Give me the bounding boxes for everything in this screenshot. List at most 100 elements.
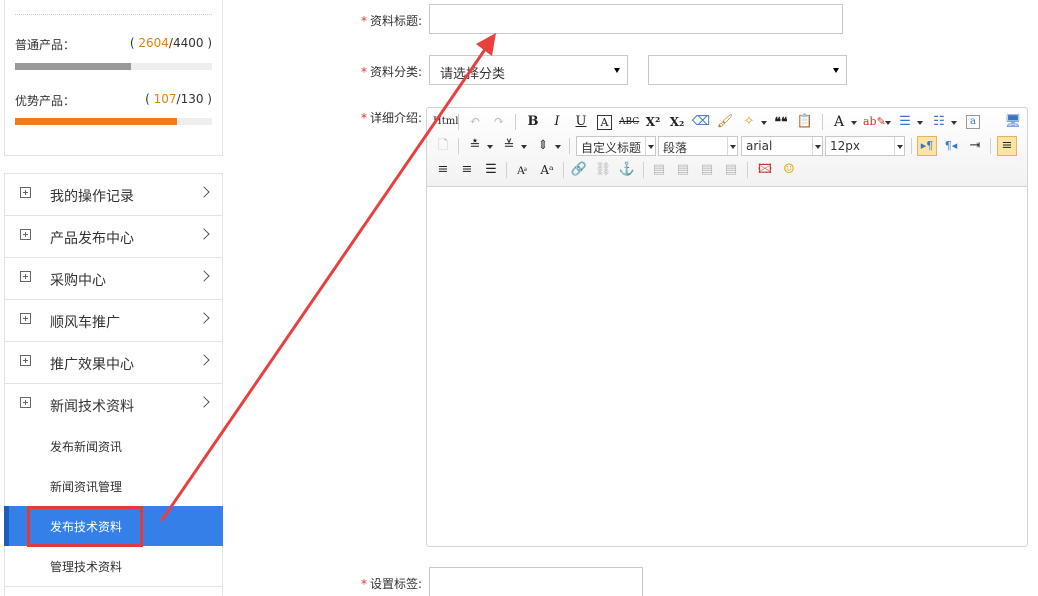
divider: [15, 14, 212, 15]
paste-plain-icon[interactable]: 📋: [795, 112, 815, 132]
expand-icon: [20, 271, 31, 282]
combo-value: 自定义标题: [581, 141, 642, 155]
background-color-icon[interactable]: ab✎: [863, 112, 886, 132]
chevron-right-icon: [198, 354, 210, 366]
subnav-label: 管理技术资料: [50, 560, 123, 574]
select-value: 请选择分类: [440, 67, 506, 82]
nav-news-tech-material[interactable]: 新闻技术资料: [5, 384, 222, 426]
html-source-button[interactable]: Html: [433, 112, 458, 132]
indent-icon[interactable]: ⇥: [965, 136, 985, 156]
nav-promotion-effect[interactable]: 推广效果中心: [5, 342, 222, 384]
nav-label: 产品发布中心: [50, 231, 134, 247]
quota-panel: 普通产品： ( 2604/4400 ) 优势产品： ( 107/130 ): [4, 0, 223, 156]
advantage-product-progress: [15, 118, 212, 125]
link-icon[interactable]: 🔗: [569, 160, 589, 180]
nav-label: 顺风车推广: [50, 315, 120, 331]
font-family-select[interactable]: arial: [741, 136, 823, 156]
normal-product-quota: 普通产品： ( 2604/4400 ): [15, 36, 212, 52]
emoticon-icon[interactable]: ☺: [779, 160, 799, 180]
nav-operation-records[interactable]: 我的操作记录: [5, 174, 222, 216]
image-center-icon[interactable]: ▤: [721, 160, 741, 180]
normal-product-label: 普通产品：: [15, 38, 76, 52]
align-right-icon[interactable]: ≡: [457, 160, 477, 180]
combo-value: arial: [746, 139, 773, 153]
advantage-product-progress-fill: [15, 118, 177, 125]
subnav-publish-tech-material[interactable]: 发布技术资料: [4, 506, 223, 547]
nav-ride-promotion[interactable]: 顺风车推广: [5, 300, 222, 342]
font-size-select[interactable]: 12px: [825, 136, 905, 156]
custom-heading-select[interactable]: 自定义标题: [576, 136, 656, 156]
blockquote-button[interactable]: ❝❝: [771, 112, 791, 132]
title-label: * 资料标题:: [361, 14, 423, 28]
line-height-icon[interactable]: ⇕: [533, 136, 553, 156]
subnav-label: 发布技术资料: [50, 520, 123, 534]
nav-product-publish[interactable]: 产品发布中心: [5, 216, 222, 258]
subnav-publish-news[interactable]: 发布新闻资讯: [5, 426, 222, 466]
font-color-button[interactable]: A: [829, 112, 849, 132]
nav-purchase-center[interactable]: 采购中心: [5, 258, 222, 300]
expand-icon: [20, 397, 31, 408]
normal-product-count: ( 2604/4400 ): [129, 36, 212, 50]
subnav-label: 新闻资讯管理: [50, 480, 123, 494]
new-document-icon[interactable]: 🗋: [433, 136, 453, 156]
dropdown-arrow-icon: [645, 137, 655, 155]
advantage-product-quota: 优势产品： ( 107/130 ): [15, 92, 212, 108]
unordered-list-icon[interactable]: ☷: [929, 112, 949, 132]
undo-icon[interactable]: ↶: [465, 112, 485, 132]
ordered-list-icon[interactable]: ☰: [895, 112, 915, 132]
toolbar-row-1: Html ↶ ↷ B I U A ABC X² X₂ ⌫ 🖌 ✧ ❝❝ 📋 A: [427, 110, 1027, 134]
caret-down-icon: [614, 68, 620, 73]
strikethrough-button[interactable]: ABC: [619, 112, 639, 132]
superscript-button[interactable]: X²: [643, 112, 663, 132]
format-brush-icon[interactable]: 🖌: [715, 112, 735, 132]
detail-label: * 详细介绍:: [361, 111, 423, 125]
toolbar-row-3: ≡ ≡ ☰ Aͣ Aᵃ 🔗 ⛓ ⚓ ▤ ▤ ▤ ▤ 🖾 ☺: [427, 158, 1027, 182]
chevron-right-icon: [198, 186, 210, 198]
editor-toolbar: Html ↶ ↷ B I U A ABC X² X₂ ⌫ 🖌 ✧ ❝❝ 📋 A: [427, 108, 1027, 187]
dropdown-arrow-icon: [812, 137, 822, 155]
tags-input[interactable]: [429, 567, 643, 596]
align-center-icon[interactable]: ≡: [433, 160, 453, 180]
category-select-primary[interactable]: 请选择分类: [429, 55, 628, 85]
eraser-icon[interactable]: ⌫: [691, 112, 711, 132]
sidebar-nav: 我的操作记录 产品发布中心 采购中心 顺风车推广 推广效果中心 新闻技术资料 发…: [4, 173, 223, 596]
uppercase-icon[interactable]: Aͣ: [511, 160, 531, 180]
caret-down-icon: [833, 68, 839, 73]
auto-format-icon[interactable]: ✧: [739, 112, 759, 132]
bold-button[interactable]: B: [523, 112, 543, 132]
align-left-icon[interactable]: ≡: [997, 136, 1017, 156]
subnav-manage-tech-material[interactable]: 管理技术资料: [5, 546, 222, 586]
title-input[interactable]: [429, 4, 843, 34]
font-border-button[interactable]: A: [597, 115, 612, 130]
row-spacing-top-icon[interactable]: ≛: [465, 136, 485, 156]
subnav-manage-news[interactable]: 新闻资讯管理: [5, 466, 222, 506]
advantage-product-count: ( 107/130 ): [145, 92, 212, 106]
editor-content-area[interactable]: [427, 187, 1027, 546]
underline-button[interactable]: U: [571, 112, 591, 132]
fullscreen-icon[interactable]: 🖥: [1003, 112, 1023, 132]
normal-product-progress: [15, 63, 212, 70]
align-justify-icon[interactable]: ☰: [481, 160, 501, 180]
insert-image-icon[interactable]: 🖾: [755, 160, 775, 180]
anchor-icon[interactable]: ⚓: [617, 160, 637, 180]
image-left-icon[interactable]: ▤: [673, 160, 693, 180]
subnav-label: 发布新闻资讯: [50, 440, 123, 454]
italic-button[interactable]: I: [547, 112, 567, 132]
row-spacing-bottom-icon[interactable]: ≚: [499, 136, 519, 156]
subscript-button[interactable]: X₂: [667, 112, 687, 132]
rtl-direction-icon[interactable]: ¶◂: [941, 136, 961, 156]
publish-tech-material-page: 普通产品： ( 2604/4400 ) 优势产品： ( 107/130 ) 我的…: [0, 0, 1038, 596]
expand-icon: [20, 229, 31, 240]
image-none-icon[interactable]: ▤: [649, 160, 669, 180]
unlink-icon[interactable]: ⛓: [593, 160, 613, 180]
category-select-secondary[interactable]: [648, 55, 847, 85]
select-all-icon[interactable]: a: [966, 115, 980, 129]
nav-label: 推广效果中心: [50, 357, 134, 373]
redo-icon[interactable]: ↷: [489, 112, 509, 132]
image-right-icon[interactable]: ▤: [697, 160, 717, 180]
paragraph-format-select[interactable]: 段落: [658, 136, 738, 156]
ltr-direction-icon[interactable]: ▸¶: [917, 136, 937, 156]
nav-label: 采购中心: [50, 273, 106, 289]
lowercase-icon[interactable]: Aᵃ: [537, 160, 557, 180]
dropdown-arrow-icon: [894, 137, 904, 155]
